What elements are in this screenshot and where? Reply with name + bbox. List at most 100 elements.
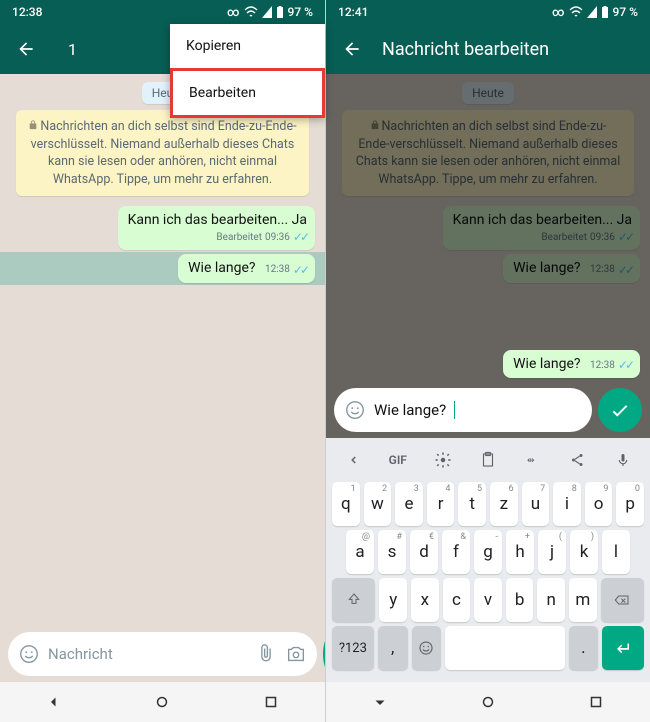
key-t[interactable]: t5 [458, 482, 486, 526]
key-h[interactable]: h+ [506, 530, 534, 574]
key-e[interactable]: e3 [395, 482, 423, 526]
key-j[interactable]: j( [538, 530, 566, 574]
key-x[interactable]: x [411, 578, 439, 622]
kb-row-3: yxcvbnm [332, 578, 644, 622]
wifi-icon [244, 6, 258, 18]
message-row: Wie lange? 12:38 ✓✓ [326, 252, 650, 285]
battery-icon [601, 6, 609, 18]
key-q[interactable]: q1 [332, 482, 360, 526]
message-text: Kann ich das bearbeiten... Ja [453, 212, 632, 228]
read-check-icon: ✓✓ [293, 230, 307, 244]
kb-translate-icon[interactable]: ⇹ [524, 451, 542, 469]
key-m[interactable]: m [569, 578, 597, 622]
message-text: Kann ich das bearbeiten... Ja [128, 212, 307, 228]
edit-input-row: Wie lange? [326, 384, 650, 438]
edit-input-pill: Wie lange? [334, 388, 592, 432]
menu-item-edit[interactable]: Bearbeiten [170, 68, 325, 118]
read-check-icon: ✓✓ [618, 263, 632, 277]
nav-bar [326, 682, 650, 722]
kb-more-icon[interactable] [344, 451, 362, 469]
key-r[interactable]: r4 [427, 482, 455, 526]
read-check-icon: ✓✓ [293, 263, 307, 277]
back-button[interactable] [8, 31, 44, 67]
nav-hide-keyboard-icon[interactable] [371, 693, 389, 711]
message-text: Wie lange? [188, 260, 255, 276]
app-bar-title: Nachricht bearbeiten [382, 39, 642, 60]
key-c[interactable]: c [443, 578, 471, 622]
key-i[interactable]: i8 [553, 482, 581, 526]
message-bubble: Wie lange? 12:38 ✓✓ [178, 254, 315, 283]
camera-icon[interactable] [285, 643, 307, 665]
edit-preview-text: Wie lange? [513, 356, 580, 372]
message-bubble: Kann ich das bearbeiten... Ja Bearbeitet… [443, 206, 640, 250]
key-p[interactable]: p0 [616, 482, 644, 526]
key-s[interactable]: s# [378, 530, 406, 574]
message-text: Wie lange? [513, 260, 580, 276]
emoji-icon[interactable] [344, 399, 366, 421]
battery-text: 97 % [288, 5, 313, 19]
link-icon: ∞ [227, 5, 239, 19]
kb-settings-icon[interactable] [434, 451, 452, 469]
key-y[interactable]: y [379, 578, 407, 622]
nav-home-icon[interactable] [479, 693, 497, 711]
enter-key[interactable] [602, 626, 644, 670]
back-button[interactable] [334, 31, 370, 67]
chat-area-dimmed: Heute Nachrichten an dich selbst sind En… [326, 74, 650, 438]
context-menu: Kopieren Bearbeiten [170, 24, 325, 118]
key-z[interactable]: z6 [490, 482, 518, 526]
wifi-icon [569, 6, 583, 18]
kb-gif-label[interactable]: GIF [389, 453, 407, 467]
confirm-button[interactable] [598, 388, 642, 432]
caret [454, 401, 455, 419]
nav-back-icon[interactable] [45, 693, 63, 711]
key-w[interactable]: w2 [364, 482, 392, 526]
key-n[interactable]: n [537, 578, 565, 622]
key-u[interactable]: u7 [522, 482, 550, 526]
key-b[interactable]: b [506, 578, 534, 622]
message-row[interactable]: Kann ich das bearbeiten... Ja Bearbeitet… [0, 204, 325, 252]
message-meta: Bearbeitet 09:36 ✓✓ [128, 230, 307, 244]
message-row-selected[interactable]: Wie lange? 12:38 ✓✓ [0, 252, 325, 285]
message-input[interactable] [48, 645, 247, 663]
attach-icon[interactable] [255, 643, 277, 665]
emoji-key[interactable] [412, 626, 442, 670]
read-check-icon: ✓✓ [618, 358, 632, 372]
key-k[interactable]: k) [570, 530, 598, 574]
encryption-notice[interactable]: Nachrichten an dich selbst sind Ende-zu-… [16, 110, 309, 196]
period-key[interactable]: . [569, 626, 599, 670]
comma-key[interactable]: , [378, 626, 408, 670]
nav-home-icon[interactable] [153, 693, 171, 711]
date-chip: Heute [462, 82, 514, 104]
status-time: 12:38 [12, 5, 42, 19]
space-key[interactable] [445, 626, 564, 670]
key-f[interactable]: f& [442, 530, 470, 574]
shift-key[interactable] [332, 578, 375, 622]
message-meta: Bearbeitet 09:36 ✓✓ [453, 230, 632, 244]
message-meta: 12:38 ✓✓ [590, 263, 632, 277]
kb-clipboard-icon[interactable] [479, 451, 497, 469]
nav-recent-icon[interactable] [587, 693, 605, 711]
key-l[interactable]: l [602, 530, 630, 574]
input-bar [0, 626, 325, 682]
status-right: ∞ 97 % [227, 5, 313, 19]
key-d[interactable]: d€ [410, 530, 438, 574]
emoji-icon[interactable] [18, 643, 40, 665]
link-icon: ∞ [552, 5, 564, 19]
battery-text: 97 % [613, 5, 638, 19]
backspace-key[interactable] [601, 578, 644, 622]
edit-input-text[interactable]: Wie lange? [374, 401, 446, 419]
key-o[interactable]: o9 [585, 482, 613, 526]
key-v[interactable]: v [474, 578, 502, 622]
kb-share-icon[interactable] [569, 451, 587, 469]
kb-mic-icon[interactable] [614, 451, 632, 469]
message-row: Kann ich das bearbeiten... Ja Bearbeitet… [326, 204, 650, 252]
nav-recent-icon[interactable] [262, 693, 280, 711]
key-a[interactable]: a@ [346, 530, 374, 574]
message-meta: 12:38 ✓✓ [265, 263, 307, 277]
status-right: ∞ 97 % [552, 5, 638, 19]
keyboard-toolbar: GIF ⇹ [330, 442, 646, 478]
key-g[interactable]: g- [474, 530, 502, 574]
symbols-key[interactable]: ?123 [332, 626, 374, 670]
menu-item-copy[interactable]: Kopieren [170, 24, 325, 68]
edit-app-bar: Nachricht bearbeiten [326, 24, 650, 74]
